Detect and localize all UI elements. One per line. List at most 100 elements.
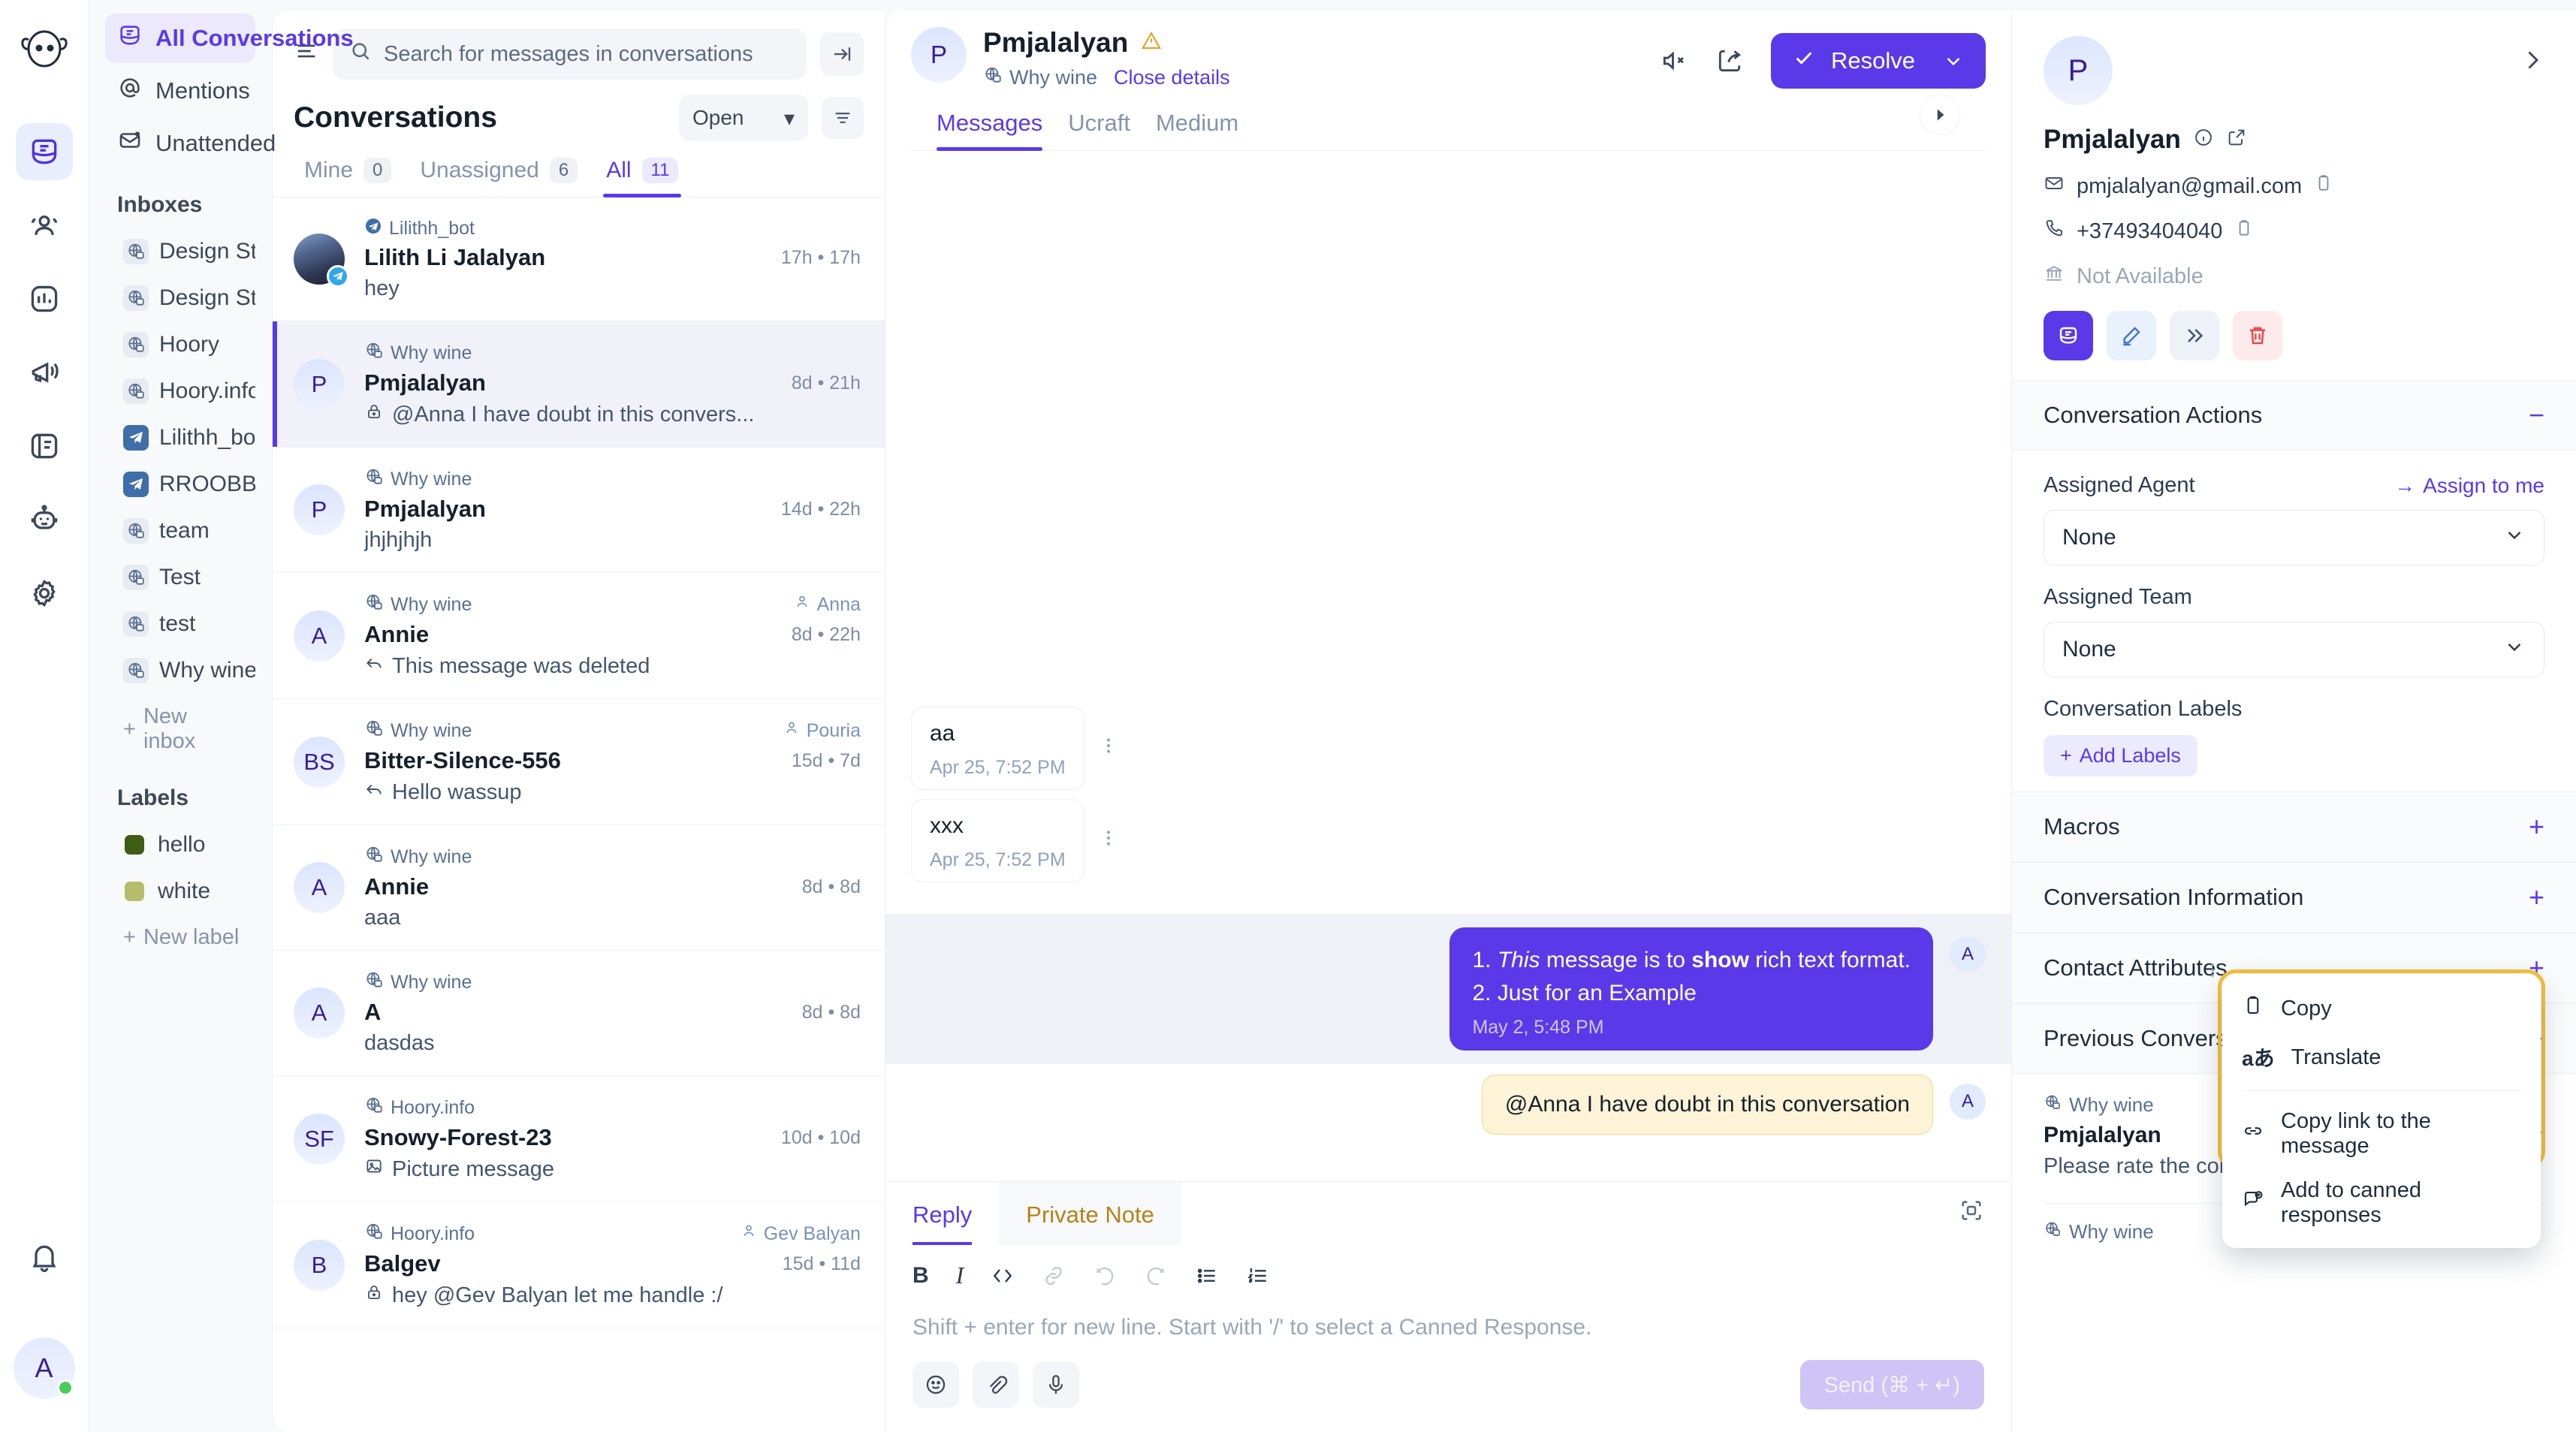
conversation-list-item[interactable]: SF Hoory.info Snowy-Forest-23 10d • 10d Pict… bbox=[273, 1076, 885, 1202]
info-circle-icon[interactable] bbox=[2193, 125, 2214, 155]
new-label-button[interactable]: + New label bbox=[105, 915, 255, 960]
chevron-down-icon: ▾ bbox=[783, 106, 795, 130]
bold-icon[interactable]: B bbox=[912, 1263, 929, 1289]
share-icon[interactable] bbox=[1715, 47, 1744, 75]
send-button[interactable]: Send (⌘ + ↵) bbox=[1799, 1360, 1984, 1409]
conversation-list-item[interactable]: A Why wine Anna Annie 8d • 22h This message w… bbox=[273, 573, 885, 699]
search-input[interactable]: Search for messages in conversations bbox=[333, 29, 807, 80]
expand-editor-icon[interactable] bbox=[1959, 1198, 2011, 1229]
link-icon[interactable] bbox=[1042, 1264, 1066, 1288]
avatar-initials: A bbox=[311, 874, 327, 900]
conversation-icon[interactable] bbox=[2044, 311, 2093, 360]
new-inbox-button[interactable]: + New inbox bbox=[105, 694, 255, 764]
chat-tab-ucraft[interactable]: Ucraft bbox=[1068, 110, 1130, 150]
sidebar-label-item[interactable]: hello bbox=[105, 822, 255, 868]
rail-item-contacts[interactable] bbox=[16, 197, 73, 254]
sidebar-inbox-item[interactable]: Hoory.info bbox=[105, 368, 255, 415]
message-options-kebab-icon[interactable] bbox=[1084, 828, 1133, 855]
sidebar-inbox-item[interactable]: Lilithh_bot bbox=[105, 415, 255, 461]
sidebar-inbox-item[interactable]: RROOBBOT bbox=[105, 461, 255, 508]
sidebar-inbox-item[interactable]: Why wine bbox=[105, 647, 255, 694]
sidebar-inbox-item[interactable]: Hoory bbox=[105, 321, 255, 368]
rail-item-reports[interactable] bbox=[16, 270, 73, 327]
section-conversation-information[interactable]: Conversation Information + bbox=[2012, 862, 2576, 933]
conversation-list-item[interactable]: A Why wine A 8d • 8d dasdas bbox=[273, 951, 885, 1076]
sidebar-item-unattended[interactable]: Unattended bbox=[105, 119, 276, 168]
code-icon[interactable] bbox=[991, 1264, 1015, 1288]
conversation-list-item[interactable]: A Why wine Annie 8d • 8d aaa bbox=[273, 825, 885, 951]
outgoing-line-1: 1. This message is to show rich text for… bbox=[1472, 944, 1911, 977]
add-labels-button[interactable]: + Add Labels bbox=[2044, 735, 2197, 776]
external-link-icon[interactable] bbox=[2226, 125, 2247, 155]
sidebar-inbox-item[interactable]: test bbox=[105, 601, 255, 647]
sidebar-inbox-item[interactable]: Design Studio bbox=[105, 275, 255, 321]
tab-private-note[interactable]: Private Note bbox=[999, 1182, 1181, 1245]
microphone-icon[interactable] bbox=[1033, 1361, 1079, 1408]
section-conversation-actions[interactable]: Conversation Actions − bbox=[2012, 380, 2576, 451]
context-menu-item-copy[interactable]: Copy bbox=[2222, 984, 2541, 1033]
emoji-icon[interactable] bbox=[912, 1361, 959, 1408]
chat-tab-messages[interactable]: Messages bbox=[937, 110, 1043, 151]
next-contact-chevron-icon[interactable] bbox=[2519, 47, 2546, 80]
resolve-button[interactable]: Resolve bbox=[1771, 33, 1986, 89]
sidebar-inbox-item[interactable]: Test bbox=[105, 554, 255, 601]
close-details-button[interactable]: Close details bbox=[1114, 66, 1230, 89]
conversation-list-item[interactable]: BS Why wine Pouria Bitter-Silence-556 15d • … bbox=[273, 699, 885, 825]
tabs-next-arrow-icon[interactable] bbox=[1920, 95, 1960, 135]
collapse-panel-button[interactable] bbox=[820, 32, 864, 76]
sidebar-item-mentions[interactable]: Mentions bbox=[105, 66, 255, 116]
conversation-labels-label: Conversation Labels bbox=[2044, 697, 2243, 721]
sidebar-inbox-item[interactable]: team bbox=[105, 508, 255, 554]
assigned-team-select[interactable]: None bbox=[2044, 622, 2544, 677]
message-options-kebab-icon[interactable] bbox=[2203, 960, 2222, 986]
conversation-tab-mine[interactable]: Mine 0 bbox=[294, 158, 402, 197]
redo-icon[interactable] bbox=[1144, 1264, 1168, 1288]
outgoing-message-row: 1. This message is to show rich text for… bbox=[885, 914, 2011, 1064]
copy-email-icon[interactable] bbox=[2314, 173, 2333, 199]
assign-to-me-button[interactable]: → Assign to me bbox=[2394, 474, 2544, 498]
section-macros[interactable]: Macros + bbox=[2012, 791, 2576, 862]
reply-textarea[interactable]: Shift + enter for new line. Start with '… bbox=[885, 1289, 2011, 1340]
rail-item-conversations[interactable] bbox=[15, 123, 73, 180]
conversation-list-item[interactable]: P Why wine Pmjalalyan 8d • 21h @Anna I have … bbox=[273, 321, 885, 448]
numbered-list-icon[interactable] bbox=[1246, 1264, 1270, 1288]
status-filter-dropdown[interactable]: Open ▾ bbox=[679, 95, 808, 141]
edit-pencil-icon[interactable] bbox=[2107, 311, 2156, 360]
conversation-preview-text: This message was deleted bbox=[392, 653, 650, 678]
conversation-list-item[interactable]: P Why wine Pmjalalyan 14d • 22h jhjhjhjh bbox=[273, 448, 885, 573]
resolve-dropdown-chevron-icon[interactable] bbox=[1942, 50, 1965, 72]
chat-contact-name: Pmjalalyan bbox=[983, 27, 1129, 58]
chat-tab-medium[interactable]: Medium bbox=[1156, 110, 1238, 150]
previous-conversation-name: Pmjalalyan bbox=[2044, 1123, 2161, 1147]
current-user-avatar[interactable]: A bbox=[13, 1337, 75, 1399]
conversation-tab-all[interactable]: All 11 bbox=[596, 158, 689, 197]
undo-icon[interactable] bbox=[1093, 1264, 1117, 1288]
assigned-agent-select[interactable]: None bbox=[2044, 510, 2544, 565]
context-menu-item-translate[interactable]: aあ Translate bbox=[2222, 1033, 2541, 1082]
reply-arrow-icon bbox=[364, 653, 384, 679]
conversation-search-row: Search for messages in conversations bbox=[273, 11, 885, 84]
mute-speaker-icon[interactable] bbox=[1660, 47, 1688, 75]
conversation-tab-unassigned[interactable]: Unassigned 6 bbox=[409, 158, 588, 197]
context-menu-item-copy-link[interactable]: Copy link to the message bbox=[2222, 1099, 2541, 1168]
context-menu-item-add-canned-response[interactable]: Add to canned responses bbox=[2222, 1168, 2541, 1238]
message-options-kebab-icon[interactable] bbox=[1084, 735, 1133, 762]
sidebar-inbox-item[interactable]: Design Studio bbox=[105, 228, 255, 275]
sidebar-item-all-conversations[interactable]: All Conversations bbox=[105, 14, 354, 63]
merge-icon[interactable] bbox=[2170, 311, 2219, 360]
sidebar-label-item[interactable]: white bbox=[105, 868, 255, 915]
bullet-list-icon[interactable] bbox=[1195, 1264, 1219, 1288]
conversation-list-item[interactable]: Lilithh_bot Lilith Li Jalalyan 17h • 17h he… bbox=[273, 197, 885, 321]
attachment-paperclip-icon[interactable] bbox=[973, 1361, 1019, 1408]
delete-trash-icon[interactable] bbox=[2233, 311, 2282, 360]
rail-item-canned-responses[interactable] bbox=[16, 418, 73, 475]
advanced-filter-button[interactable] bbox=[822, 97, 864, 139]
rail-item-settings[interactable] bbox=[16, 565, 73, 622]
rail-item-assistant-bot[interactable] bbox=[16, 491, 73, 548]
italic-icon[interactable]: I bbox=[956, 1262, 964, 1289]
copy-phone-icon[interactable] bbox=[2234, 219, 2254, 244]
rail-item-campaigns[interactable] bbox=[16, 344, 73, 401]
notifications-bell-icon[interactable] bbox=[28, 1241, 61, 1280]
tab-reply[interactable]: Reply bbox=[885, 1182, 999, 1245]
conversation-list-item[interactable]: B Hoory.info Gev Balyan Balgev 15d • 11d hey … bbox=[273, 1202, 885, 1328]
